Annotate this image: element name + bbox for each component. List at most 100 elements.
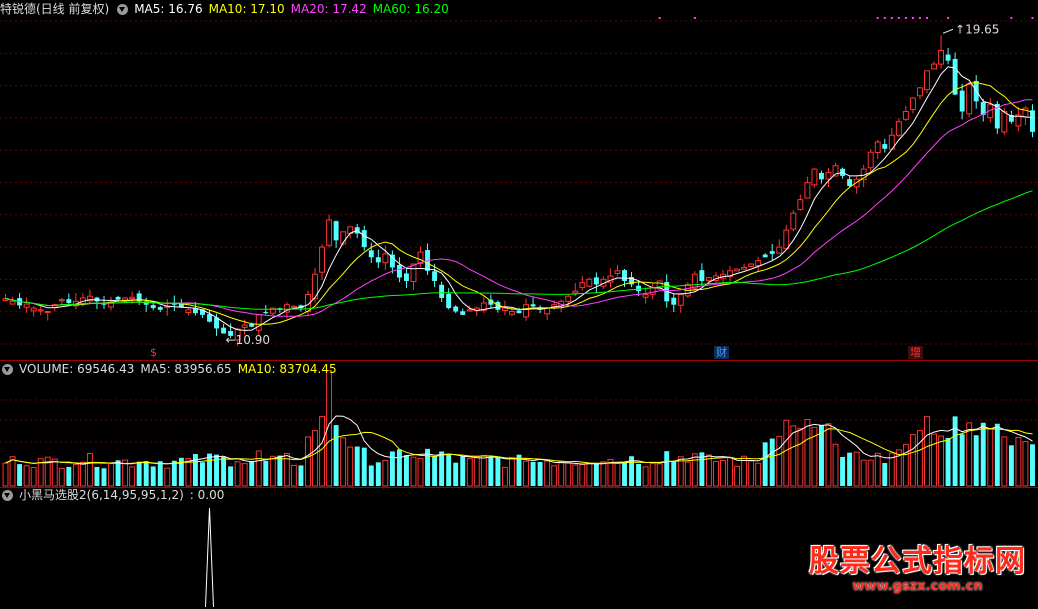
volume-bar-up <box>691 453 698 487</box>
volume-bar-up <box>797 428 804 487</box>
volume-bar-down <box>432 456 438 486</box>
volume-bar-up <box>938 435 945 487</box>
ma10-label: MA10: 17.10 <box>208 2 285 16</box>
candle-up <box>185 309 192 314</box>
volume-bar-up <box>614 462 621 487</box>
candle-down <box>593 277 599 285</box>
volume-bar-down <box>375 462 381 486</box>
volume-bar-up <box>825 423 832 487</box>
candle-down <box>460 311 466 315</box>
candle-up <box>501 307 508 312</box>
volume-bar-down <box>945 437 951 486</box>
candle-up <box>642 294 649 298</box>
volume-ma5-label: MA5: 83956.65 <box>140 362 232 376</box>
price-grid <box>0 20 1038 345</box>
volume-bar-down <box>389 451 395 486</box>
volume-bar-down <box>368 465 374 486</box>
volume-bar-up <box>712 460 719 487</box>
volume-panel-toggle-icon[interactable] <box>2 363 13 375</box>
volume-bar-down <box>207 453 212 486</box>
volume-bar-down <box>882 463 888 486</box>
volume-bar-up <box>509 456 515 487</box>
volume-bar-up <box>720 460 726 487</box>
candle-down <box>769 251 775 254</box>
volume-bar-up <box>523 460 529 487</box>
signal-dot <box>947 17 950 19</box>
volume-bar-up <box>832 443 839 487</box>
stock-title: 特锐德(日线 前复权) <box>0 2 110 16</box>
volume-bar-down <box>636 464 642 486</box>
marker-finance[interactable]: 财 <box>714 346 729 359</box>
volume-bar-up <box>776 435 783 487</box>
marker-increase[interactable]: 增 <box>908 346 923 359</box>
volume-bar-down <box>192 454 198 486</box>
volume-bar-down <box>17 464 23 486</box>
volume-bar-down <box>460 456 466 486</box>
volume-bar-down <box>115 460 121 486</box>
volume-bar-up <box>305 436 311 487</box>
candle-down <box>207 314 212 322</box>
volume-bar-down <box>157 461 163 486</box>
volume-bar-up <box>544 460 551 487</box>
candle-up <box>255 314 262 331</box>
candle-up <box>790 212 797 230</box>
volume-bar-up <box>551 465 558 487</box>
volume-bar-down <box>495 457 501 486</box>
candle-up <box>895 121 902 136</box>
candle-up <box>37 309 44 312</box>
indicator-spike <box>205 507 215 608</box>
volume-bar-down <box>819 425 824 486</box>
candle-up <box>326 219 333 246</box>
candle-down <box>396 264 402 278</box>
candle-down <box>959 90 965 112</box>
indicator-panel-toggle-icon[interactable] <box>2 489 13 501</box>
signal-dot <box>883 17 886 19</box>
volume-bar-up <box>234 461 241 487</box>
signal-dot <box>904 17 907 19</box>
volume-bar-down <box>488 457 494 486</box>
candle-down <box>66 299 72 304</box>
volume-bar-up <box>312 430 318 487</box>
volume-bar-up <box>987 428 994 487</box>
volume-bar-down <box>228 466 234 486</box>
volume-bar-up <box>1001 436 1008 487</box>
volume-bar-up <box>705 454 712 487</box>
volume-bar-up <box>340 437 347 487</box>
volume-bar-up <box>319 416 326 487</box>
volume-bar-down <box>354 446 360 486</box>
volume-bar-up <box>909 434 916 487</box>
candle-down <box>699 270 705 281</box>
volume-bar-down <box>1008 445 1014 486</box>
indicator-label: 小黑马选股2(6,14,95,95,1,2) <box>19 488 184 502</box>
candle-up <box>931 63 937 70</box>
signal-dot <box>897 17 900 19</box>
price-panel-toggle-icon[interactable] <box>117 3 129 15</box>
volume-bar-down <box>277 455 283 486</box>
volume-bar-up <box>860 459 867 487</box>
volume-bar-down <box>94 466 100 486</box>
candle-down <box>819 172 824 180</box>
volume-bar-up <box>290 464 297 487</box>
volume-bar-up <box>656 463 663 487</box>
volume-bar-down <box>671 461 677 486</box>
candle-down <box>403 273 409 281</box>
volume-bar-down <box>263 460 269 486</box>
volume-bar-up <box>642 466 649 487</box>
candle-up <box>23 303 30 308</box>
marker-dollar[interactable]: $ <box>148 346 159 359</box>
candle-up <box>58 299 65 302</box>
volume-bar-down <box>952 416 958 486</box>
candle-down <box>762 254 768 258</box>
volume-bar-down <box>980 422 986 486</box>
volume-bar-up <box>748 460 755 487</box>
high-arrow <box>942 28 954 34</box>
ma5-line <box>5 66 1033 331</box>
volume-bar-down <box>333 425 339 486</box>
candle-up <box>614 270 621 274</box>
candle-up <box>902 111 909 120</box>
candle-down <box>516 310 522 314</box>
candle-down <box>882 144 888 149</box>
candle-down <box>263 312 269 314</box>
ma20-label: MA20: 17.42 <box>290 2 367 16</box>
volume-bar-up <box>853 451 860 487</box>
